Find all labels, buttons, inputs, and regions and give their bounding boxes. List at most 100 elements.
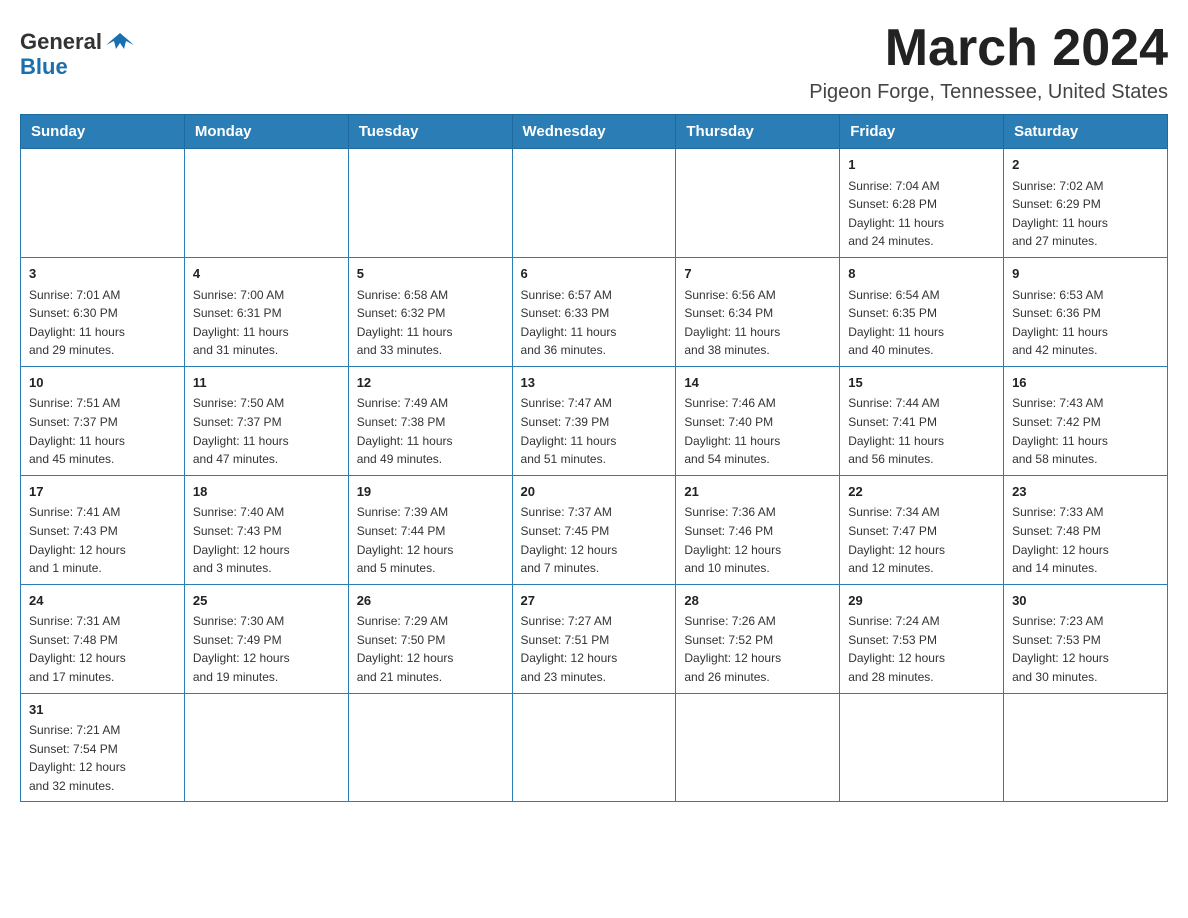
table-row — [840, 693, 1004, 802]
day-info: Sunrise: 7:24 AM Sunset: 7:53 PM Dayligh… — [848, 612, 995, 686]
header-friday: Friday — [840, 115, 1004, 149]
day-info: Sunrise: 7:43 AM Sunset: 7:42 PM Dayligh… — [1012, 394, 1159, 468]
location-title: Pigeon Forge, Tennessee, United States — [809, 81, 1168, 104]
table-row: 22Sunrise: 7:34 AM Sunset: 7:47 PM Dayli… — [840, 475, 1004, 584]
header-thursday: Thursday — [676, 115, 840, 149]
day-info: Sunrise: 7:37 AM Sunset: 7:45 PM Dayligh… — [521, 503, 668, 577]
day-info: Sunrise: 7:23 AM Sunset: 7:53 PM Dayligh… — [1012, 612, 1159, 686]
day-info: Sunrise: 6:56 AM Sunset: 6:34 PM Dayligh… — [684, 286, 831, 360]
day-info: Sunrise: 7:44 AM Sunset: 7:41 PM Dayligh… — [848, 394, 995, 468]
day-info: Sunrise: 7:27 AM Sunset: 7:51 PM Dayligh… — [521, 612, 668, 686]
day-number: 30 — [1012, 591, 1159, 611]
table-row: 5Sunrise: 6:58 AM Sunset: 6:32 PM Daylig… — [348, 258, 512, 367]
day-number: 18 — [193, 482, 340, 502]
table-row: 28Sunrise: 7:26 AM Sunset: 7:52 PM Dayli… — [676, 584, 840, 693]
day-info: Sunrise: 6:54 AM Sunset: 6:35 PM Dayligh… — [848, 286, 995, 360]
day-number: 12 — [357, 373, 504, 393]
header-sunday: Sunday — [21, 115, 185, 149]
day-info: Sunrise: 7:01 AM Sunset: 6:30 PM Dayligh… — [29, 286, 176, 360]
table-row: 17Sunrise: 7:41 AM Sunset: 7:43 PM Dayli… — [21, 475, 185, 584]
header-monday: Monday — [184, 115, 348, 149]
month-title: March 2024 — [809, 20, 1168, 77]
day-number: 23 — [1012, 482, 1159, 502]
day-number: 16 — [1012, 373, 1159, 393]
day-info: Sunrise: 7:39 AM Sunset: 7:44 PM Dayligh… — [357, 503, 504, 577]
day-info: Sunrise: 7:33 AM Sunset: 7:48 PM Dayligh… — [1012, 503, 1159, 577]
day-number: 13 — [521, 373, 668, 393]
header-wednesday: Wednesday — [512, 115, 676, 149]
day-info: Sunrise: 7:34 AM Sunset: 7:47 PM Dayligh… — [848, 503, 995, 577]
day-number: 31 — [29, 700, 176, 720]
day-number: 28 — [684, 591, 831, 611]
day-number: 6 — [521, 264, 668, 284]
calendar-week-row: 3Sunrise: 7:01 AM Sunset: 6:30 PM Daylig… — [21, 258, 1168, 367]
calendar-week-row: 31Sunrise: 7:21 AM Sunset: 7:54 PM Dayli… — [21, 693, 1168, 802]
day-info: Sunrise: 7:29 AM Sunset: 7:50 PM Dayligh… — [357, 612, 504, 686]
day-info: Sunrise: 7:31 AM Sunset: 7:48 PM Dayligh… — [29, 612, 176, 686]
weekday-header-row: Sunday Monday Tuesday Wednesday Thursday… — [21, 115, 1168, 149]
table-row — [512, 693, 676, 802]
table-row — [676, 693, 840, 802]
table-row: 25Sunrise: 7:30 AM Sunset: 7:49 PM Dayli… — [184, 584, 348, 693]
day-info: Sunrise: 7:46 AM Sunset: 7:40 PM Dayligh… — [684, 394, 831, 468]
day-info: Sunrise: 7:36 AM Sunset: 7:46 PM Dayligh… — [684, 503, 831, 577]
table-row: 1Sunrise: 7:04 AM Sunset: 6:28 PM Daylig… — [840, 149, 1004, 258]
table-row: 3Sunrise: 7:01 AM Sunset: 6:30 PM Daylig… — [21, 258, 185, 367]
table-row: 21Sunrise: 7:36 AM Sunset: 7:46 PM Dayli… — [676, 475, 840, 584]
logo: General Blue — [20, 30, 134, 80]
header-saturday: Saturday — [1004, 115, 1168, 149]
table-row: 20Sunrise: 7:37 AM Sunset: 7:45 PM Dayli… — [512, 475, 676, 584]
table-row: 12Sunrise: 7:49 AM Sunset: 7:38 PM Dayli… — [348, 366, 512, 475]
day-info: Sunrise: 6:57 AM Sunset: 6:33 PM Dayligh… — [521, 286, 668, 360]
day-number: 15 — [848, 373, 995, 393]
table-row: 15Sunrise: 7:44 AM Sunset: 7:41 PM Dayli… — [840, 366, 1004, 475]
day-number: 29 — [848, 591, 995, 611]
table-row: 9Sunrise: 6:53 AM Sunset: 6:36 PM Daylig… — [1004, 258, 1168, 367]
day-info: Sunrise: 7:40 AM Sunset: 7:43 PM Dayligh… — [193, 503, 340, 577]
table-row: 27Sunrise: 7:27 AM Sunset: 7:51 PM Dayli… — [512, 584, 676, 693]
table-row: 24Sunrise: 7:31 AM Sunset: 7:48 PM Dayli… — [21, 584, 185, 693]
day-info: Sunrise: 7:04 AM Sunset: 6:28 PM Dayligh… — [848, 177, 995, 251]
table-row: 6Sunrise: 6:57 AM Sunset: 6:33 PM Daylig… — [512, 258, 676, 367]
table-row: 23Sunrise: 7:33 AM Sunset: 7:48 PM Dayli… — [1004, 475, 1168, 584]
table-row — [184, 693, 348, 802]
day-number: 3 — [29, 264, 176, 284]
day-number: 20 — [521, 482, 668, 502]
logo-blue-text: Blue — [20, 54, 68, 80]
day-number: 7 — [684, 264, 831, 284]
day-info: Sunrise: 7:49 AM Sunset: 7:38 PM Dayligh… — [357, 394, 504, 468]
header-tuesday: Tuesday — [348, 115, 512, 149]
calendar-week-row: 1Sunrise: 7:04 AM Sunset: 6:28 PM Daylig… — [21, 149, 1168, 258]
table-row — [512, 149, 676, 258]
table-row: 4Sunrise: 7:00 AM Sunset: 6:31 PM Daylig… — [184, 258, 348, 367]
day-number: 2 — [1012, 155, 1159, 175]
calendar-week-row: 17Sunrise: 7:41 AM Sunset: 7:43 PM Dayli… — [21, 475, 1168, 584]
logo-bird-icon — [106, 31, 134, 53]
table-row: 31Sunrise: 7:21 AM Sunset: 7:54 PM Dayli… — [21, 693, 185, 802]
day-info: Sunrise: 6:53 AM Sunset: 6:36 PM Dayligh… — [1012, 286, 1159, 360]
day-info: Sunrise: 7:47 AM Sunset: 7:39 PM Dayligh… — [521, 394, 668, 468]
day-number: 5 — [357, 264, 504, 284]
table-row: 13Sunrise: 7:47 AM Sunset: 7:39 PM Dayli… — [512, 366, 676, 475]
calendar-week-row: 10Sunrise: 7:51 AM Sunset: 7:37 PM Dayli… — [21, 366, 1168, 475]
table-row: 29Sunrise: 7:24 AM Sunset: 7:53 PM Dayli… — [840, 584, 1004, 693]
table-row: 11Sunrise: 7:50 AM Sunset: 7:37 PM Dayli… — [184, 366, 348, 475]
table-row — [348, 693, 512, 802]
table-row — [184, 149, 348, 258]
day-number: 24 — [29, 591, 176, 611]
day-info: Sunrise: 6:58 AM Sunset: 6:32 PM Dayligh… — [357, 286, 504, 360]
title-area: March 2024 Pigeon Forge, Tennessee, Unit… — [809, 20, 1168, 104]
calendar-week-row: 24Sunrise: 7:31 AM Sunset: 7:48 PM Dayli… — [21, 584, 1168, 693]
day-info: Sunrise: 7:30 AM Sunset: 7:49 PM Dayligh… — [193, 612, 340, 686]
page-header: General Blue March 2024 Pigeon Forge, Te… — [20, 20, 1168, 104]
table-row: 19Sunrise: 7:39 AM Sunset: 7:44 PM Dayli… — [348, 475, 512, 584]
day-number: 4 — [193, 264, 340, 284]
day-number: 22 — [848, 482, 995, 502]
day-info: Sunrise: 7:00 AM Sunset: 6:31 PM Dayligh… — [193, 286, 340, 360]
day-number: 9 — [1012, 264, 1159, 284]
table-row: 8Sunrise: 6:54 AM Sunset: 6:35 PM Daylig… — [840, 258, 1004, 367]
day-number: 27 — [521, 591, 668, 611]
table-row: 14Sunrise: 7:46 AM Sunset: 7:40 PM Dayli… — [676, 366, 840, 475]
table-row: 16Sunrise: 7:43 AM Sunset: 7:42 PM Dayli… — [1004, 366, 1168, 475]
day-number: 17 — [29, 482, 176, 502]
